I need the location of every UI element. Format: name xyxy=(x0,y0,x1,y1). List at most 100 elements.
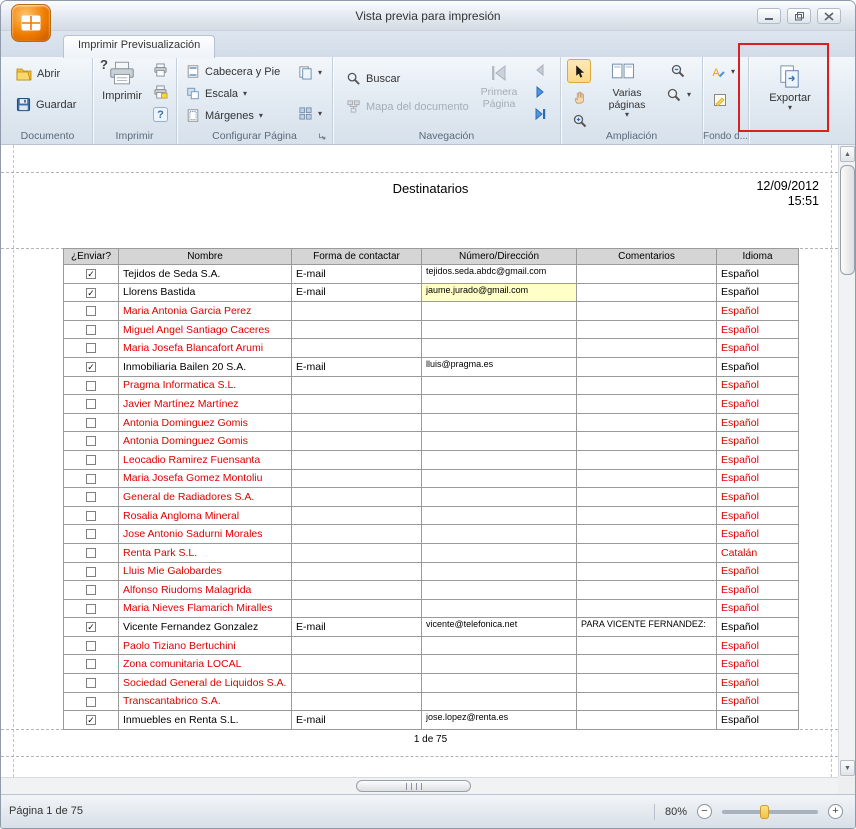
quick-print-button[interactable] xyxy=(150,61,171,79)
orientation-dropdown-button[interactable]: ▾ xyxy=(295,63,325,82)
pagina-anterior-button[interactable] xyxy=(529,60,551,80)
cell-comentarios xyxy=(577,562,717,581)
table-row: General de Radiadores S.A.Español xyxy=(64,488,799,507)
window: Vista previa para impresión Imprimir Pre… xyxy=(0,0,856,829)
recipients-tbody: ✓Tejidos de Seda S.A.E-mailtejidos.seda.… xyxy=(64,265,799,730)
page-preview[interactable]: Destinatarios 12/09/2012 15:51 ¿Enviar?N… xyxy=(1,145,838,777)
tab-imprimir-previsualizacion[interactable]: Imprimir Previsualización xyxy=(63,35,215,58)
cell-numero: tejidos.seda.abdc@gmail.com xyxy=(422,265,577,284)
abrir-button[interactable]: Abrir xyxy=(13,65,63,83)
table-row: Leocadio Ramirez FuensantaEspañol xyxy=(64,450,799,469)
page-indicator: Página 1 de 75 xyxy=(9,805,83,817)
chevron-down-icon: ▾ xyxy=(687,91,691,99)
cell-forma xyxy=(292,599,422,618)
enviar-checkbox: ✓ xyxy=(86,622,96,632)
cell-numero xyxy=(422,636,577,655)
hand-tool-button[interactable] xyxy=(567,85,591,109)
enviar-checkbox xyxy=(86,567,96,577)
margin-guide-top xyxy=(1,172,838,173)
enviar-checkbox: ✓ xyxy=(86,715,96,725)
zoom-slider[interactable] xyxy=(722,810,818,814)
vertical-scrollbar[interactable]: ▲ ▼ xyxy=(838,145,855,777)
enviar-checkbox xyxy=(86,659,96,669)
cell-nombre: Jose Antonio Sadurni Morales xyxy=(119,525,292,544)
zoom-dropdown-button[interactable]: ▾ xyxy=(663,85,694,105)
table-row: Renta Park S.L.Catalán xyxy=(64,543,799,562)
cell-forma xyxy=(292,674,422,693)
cabecera-pie-button[interactable]: Cabecera y Pie xyxy=(183,62,283,81)
zoom-in-status-button[interactable]: + xyxy=(828,804,843,819)
cell-enviar xyxy=(64,469,119,488)
zoom-out-status-button[interactable]: − xyxy=(697,804,712,819)
escala-button[interactable]: Escala ▾ xyxy=(183,84,250,103)
varias-paginas-button[interactable]: Varias páginas ▾ xyxy=(595,87,659,119)
multiple-pages-icon xyxy=(610,61,636,82)
cell-idioma: Español xyxy=(717,432,799,451)
marca-agua-button[interactable]: A ▾ xyxy=(707,62,738,82)
pagina-siguiente-button[interactable] xyxy=(529,82,551,102)
cell-comentarios xyxy=(577,302,717,321)
cell-comentarios xyxy=(577,543,717,562)
cell-nombre: Transcantabrico S.A. xyxy=(119,692,292,711)
horizontal-scrollbar[interactable] xyxy=(1,777,838,794)
guardar-button[interactable]: Guardar xyxy=(13,95,79,114)
cell-nombre: Sociedad General de Liquidos S.A. xyxy=(119,674,292,693)
zoom-out-button[interactable] xyxy=(667,61,689,81)
exportar-button[interactable]: Exportar ▾ xyxy=(757,59,823,129)
zoom-in-button[interactable] xyxy=(569,111,591,131)
close-button[interactable] xyxy=(817,8,841,24)
table-row: Antonia Dominguez Gomis Español xyxy=(64,432,799,451)
buscar-button[interactable]: Buscar xyxy=(343,69,403,88)
enviar-checkbox xyxy=(86,418,96,428)
help-button[interactable]: ? xyxy=(150,105,171,124)
cell-numero xyxy=(422,525,577,544)
cell-enviar xyxy=(64,450,119,469)
vertical-scroll-thumb[interactable] xyxy=(840,165,855,275)
cell-enviar: ✓ xyxy=(64,265,119,284)
cabecera-pie-label: Cabecera y Pie xyxy=(205,66,280,78)
cell-forma: E-mail xyxy=(292,283,422,302)
cell-numero xyxy=(422,469,577,488)
primera-pagina-button[interactable]: Primera Página xyxy=(475,58,523,126)
pointer-tool-button[interactable] xyxy=(567,59,591,83)
varias-paginas-icon-button[interactable] xyxy=(607,59,639,84)
cell-enviar xyxy=(64,413,119,432)
cell-nombre: General de Radiadores S.A. xyxy=(119,488,292,507)
cell-idioma: Español xyxy=(717,302,799,321)
maximize-button[interactable] xyxy=(787,8,811,24)
cell-nombre: Antonia Dominguez Gomis xyxy=(119,432,292,451)
cell-numero xyxy=(422,320,577,339)
cell-idioma: Español xyxy=(717,618,799,637)
cell-nombre: Maria Nieves Flamarich Miralles xyxy=(119,599,292,618)
title-bar[interactable]: Vista previa para impresión xyxy=(1,1,855,31)
print-options-button[interactable] xyxy=(150,83,171,101)
scroll-down-button[interactable]: ▼ xyxy=(840,760,855,776)
scroll-up-button[interactable]: ▲ xyxy=(840,146,855,162)
cell-forma: E-mail xyxy=(292,265,422,284)
cell-idioma: Español xyxy=(717,636,799,655)
cell-forma xyxy=(292,655,422,674)
ribbon: Abrir Guardar Documento ? Imprimir xyxy=(1,57,855,145)
minimize-button[interactable] xyxy=(757,8,781,24)
color-pagina-button[interactable] xyxy=(709,90,731,110)
paper-size-dropdown-button[interactable]: ▾ xyxy=(295,104,325,123)
table-row: Transcantabrico S.A.Español xyxy=(64,692,799,711)
cell-comentarios xyxy=(577,283,717,302)
group-imprimir: ? Imprimir ? Imprimir xyxy=(93,57,177,144)
zoom-slider-thumb[interactable] xyxy=(760,805,769,819)
ultima-pagina-button[interactable] xyxy=(529,104,551,124)
horizontal-scroll-thumb[interactable] xyxy=(356,780,471,792)
cell-numero: lluis@pragma.es xyxy=(422,357,577,376)
cell-forma xyxy=(292,450,422,469)
table-row: Maria Josefa Blancafort ArumiEspañol xyxy=(64,339,799,358)
header-footer-icon xyxy=(186,64,200,79)
mapa-documento-label: Mapa del documento xyxy=(366,101,469,113)
imprimir-button[interactable]: ? Imprimir xyxy=(96,58,148,126)
table-row: Maria Nieves Flamarich MirallesEspañol xyxy=(64,599,799,618)
first-page-icon xyxy=(488,62,510,84)
table-row: ✓Vicente Fernandez GonzalezE-mailvicente… xyxy=(64,618,799,637)
enviar-checkbox xyxy=(86,604,96,614)
application-button[interactable] xyxy=(11,4,51,42)
mapa-documento-button[interactable]: Mapa del documento xyxy=(343,97,472,116)
margenes-button[interactable]: Márgenes ▾ xyxy=(183,106,266,125)
